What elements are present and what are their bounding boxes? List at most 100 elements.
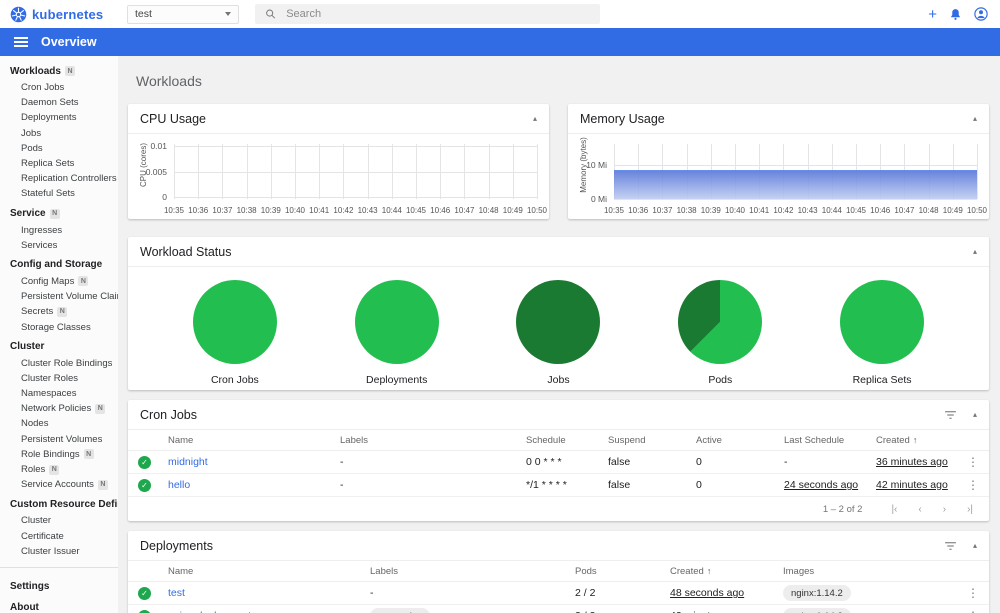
sidebar-item[interactable]: Persistent Volumes <box>0 432 118 447</box>
table-header-row: Name Labels Pods Created ↑ Images <box>128 561 989 582</box>
sidebar-item[interactable]: Custom Resource Definitions <box>0 492 118 513</box>
collapse-button[interactable]: ▴ <box>973 247 977 256</box>
column-header[interactable]: Schedule <box>526 435 608 446</box>
column-header[interactable]: Labels <box>340 435 526 446</box>
collapse-button[interactable]: ▴ <box>973 114 977 123</box>
search-input[interactable] <box>286 8 590 20</box>
previous-page-button[interactable]: ‹ <box>918 504 921 515</box>
sidebar-item[interactable]: Persistent Volume Claims N <box>0 289 118 304</box>
sidebar-item[interactable]: Deployments <box>0 110 118 125</box>
sidebar-item[interactable]: Services <box>0 238 118 253</box>
status-pie: Jobs <box>493 280 623 386</box>
user-menu-button[interactable] <box>974 7 988 21</box>
sidebar-item[interactable]: Settings <box>0 575 118 596</box>
x-gridline <box>319 144 321 199</box>
sidebar-item[interactable]: Namespaces <box>0 386 118 401</box>
sidebar-item[interactable]: Replication Controllers <box>0 171 118 186</box>
column-header[interactable]: Labels <box>370 566 575 577</box>
row-menu-button[interactable]: ⋮ <box>967 609 979 613</box>
collapse-button[interactable]: ▴ <box>973 410 977 419</box>
x-tick-label: 10:47 <box>454 206 475 215</box>
sidebar-item[interactable]: Role Bindings N <box>0 447 118 462</box>
pie-chart[interactable] <box>516 280 601 364</box>
column-header[interactable]: Pods <box>575 566 670 577</box>
collapse-button[interactable]: ▴ <box>973 541 977 550</box>
header-actions: + <box>928 7 1000 22</box>
sidebar-item[interactable]: Nodes <box>0 416 118 431</box>
main-content: Workloads CPU Usage ▴ CPU (cores) 0.01 0… <box>118 56 1000 613</box>
deployment-name-link[interactable]: test <box>168 587 370 599</box>
status-ok-icon: ✓ <box>138 586 151 600</box>
x-tick-label: 10:35 <box>163 206 185 215</box>
sidebar-item[interactable]: Certificate <box>0 529 118 544</box>
sidebar-item[interactable]: Config Maps N <box>0 274 118 289</box>
card-title: CPU Usage <box>140 111 206 126</box>
sidebar-item[interactable]: Replica Sets <box>0 156 118 171</box>
filter-button[interactable] <box>944 541 957 551</box>
sidebar-item[interactable]: Cluster <box>0 513 118 528</box>
sidebar-item[interactable]: About <box>0 596 118 613</box>
sidebar-item[interactable]: Service N <box>0 202 118 223</box>
sidebar-item[interactable]: Pods <box>0 141 118 156</box>
next-page-button[interactable]: › <box>943 504 946 515</box>
pie-chart[interactable] <box>678 280 763 364</box>
caret-up-icon: ▴ <box>972 541 977 550</box>
x-tick-label: 10:50 <box>526 206 548 215</box>
column-header[interactable]: Images <box>783 566 953 577</box>
column-header[interactable]: Active <box>696 435 784 446</box>
sidebar-item[interactable]: Roles N <box>0 462 118 477</box>
row-menu-button[interactable]: ⋮ <box>967 586 979 600</box>
row-menu-button[interactable]: ⋮ <box>967 455 979 469</box>
sidebar-item[interactable]: Config and Storage <box>0 253 118 274</box>
deployments-card: Deployments ▴ Name Labels Pods Created ↑… <box>128 531 989 613</box>
sidebar-item[interactable]: Cluster Role Bindings <box>0 356 118 371</box>
x-tick-label: 10:49 <box>502 206 523 215</box>
status-ok-icon: ✓ <box>138 478 151 492</box>
sidebar-item[interactable]: Secrets N <box>0 304 118 319</box>
pie-chart[interactable] <box>840 280 925 364</box>
sidebar-item[interactable]: Cluster Issuer <box>0 544 118 559</box>
last-page-button[interactable]: ›| <box>967 504 973 515</box>
column-header[interactable]: Name <box>168 566 370 577</box>
card-header: Cron Jobs ▴ <box>128 400 989 430</box>
sidebar-item[interactable]: Network Policies N <box>0 401 118 416</box>
sidebar-item[interactable]: Ingresses <box>0 223 118 238</box>
sidebar-item[interactable]: Jobs <box>0 126 118 141</box>
cronjob-name-link[interactable]: midnight <box>168 456 340 468</box>
namespace-select[interactable]: test <box>127 4 239 24</box>
memory-chart: Memory (bytes) 10 Mi 0 Mi 10:35 10:36 10… <box>568 134 989 219</box>
y-tick-label: 10 Mi <box>586 160 607 171</box>
sidebar-item-label: Certificate <box>21 530 64 542</box>
sidebar-item[interactable]: Storage Classes <box>0 319 118 334</box>
create-resource-button[interactable]: + <box>928 7 937 22</box>
notifications-button[interactable] <box>949 8 962 21</box>
column-header[interactable]: Created ↑ <box>876 435 953 446</box>
sidebar-item[interactable]: Cluster Roles <box>0 371 118 386</box>
sidebar-item[interactable]: Workloads N <box>0 59 118 80</box>
column-header[interactable]: Last Schedule <box>784 435 876 446</box>
sidebar-item[interactable]: Service Accounts N <box>0 477 118 492</box>
table-row: ✓ nginx-deployment app: nginx 3 / 3 42 m… <box>128 605 989 613</box>
filter-button[interactable] <box>944 410 957 420</box>
kubernetes-logo[interactable]: kubernetes <box>0 6 118 23</box>
card-title: Workload Status <box>140 244 232 259</box>
hamburger-icon <box>14 37 28 47</box>
pie-chart[interactable] <box>192 280 277 364</box>
pie-chart[interactable] <box>354 280 439 364</box>
first-page-button[interactable]: |‹ <box>891 504 897 515</box>
x-tick-label: 10:35 <box>603 206 625 215</box>
row-menu-button[interactable]: ⋮ <box>967 478 979 492</box>
column-header[interactable]: Created ↑ <box>670 566 783 577</box>
column-header-label: Last Schedule <box>784 434 845 446</box>
menu-button[interactable] <box>14 37 28 47</box>
search-bar[interactable] <box>255 4 600 24</box>
cronjob-name-link[interactable]: hello <box>168 479 340 491</box>
collapse-button[interactable]: ▴ <box>533 114 537 123</box>
sidebar-item-label: Secrets <box>21 306 54 318</box>
column-header[interactable]: Suspend <box>608 435 696 446</box>
sidebar-item[interactable]: Cluster <box>0 335 118 356</box>
sidebar-item[interactable]: Stateful Sets <box>0 186 118 201</box>
sidebar-item[interactable]: Daemon Sets <box>0 95 118 110</box>
sidebar-item[interactable]: Cron Jobs <box>0 80 118 95</box>
column-header[interactable]: Name <box>168 435 340 446</box>
